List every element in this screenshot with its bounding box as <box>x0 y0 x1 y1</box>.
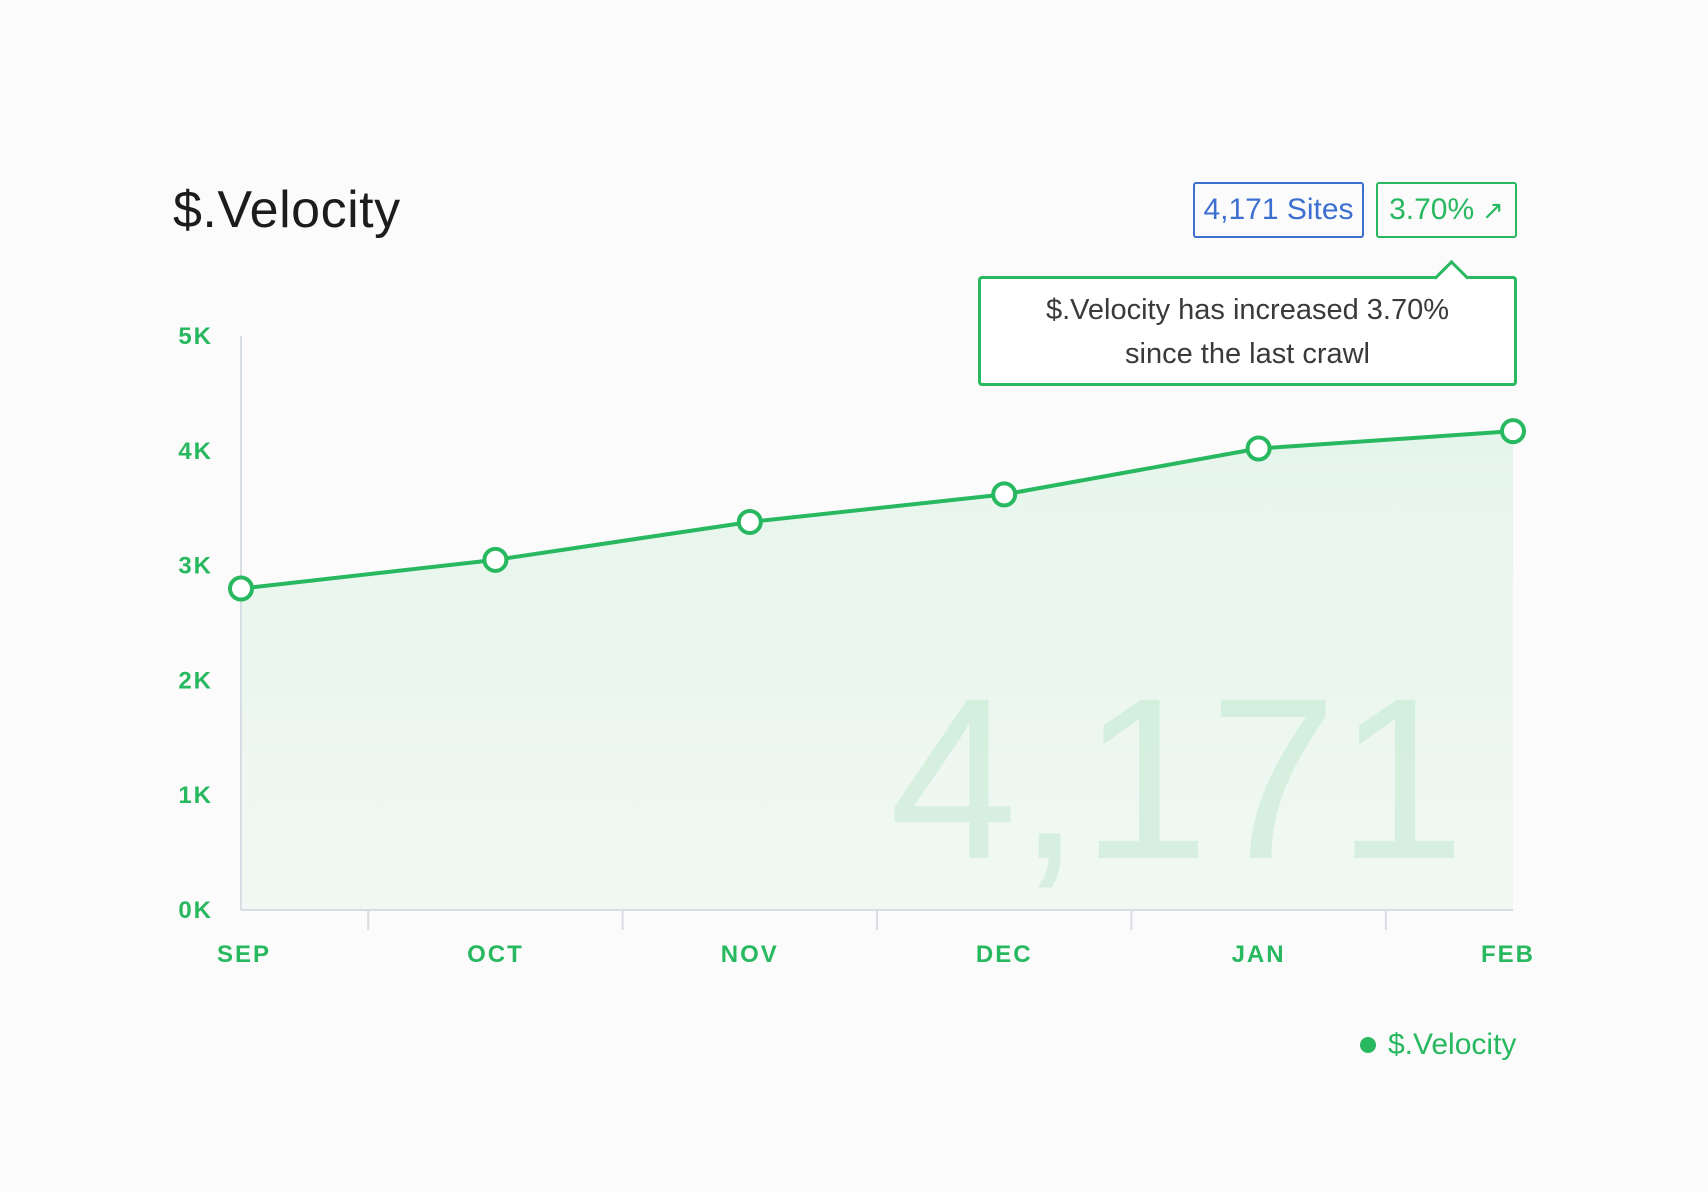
x-tick-label: OCT <box>467 941 524 968</box>
y-tick-label: 1K <box>178 782 213 809</box>
area-chart: 4,171 0K 1K 2K 3K 4K 5K SEP OCT NOV DEC JAN FEB <box>178 323 1535 968</box>
data-point[interactable] <box>736 508 763 535</box>
y-tick-label: 5K <box>178 323 213 350</box>
chart-legend: $.Velocity <box>1360 1028 1516 1062</box>
y-tick-label: 0K <box>178 897 213 924</box>
data-point[interactable] <box>482 546 509 573</box>
data-point[interactable] <box>228 575 254 602</box>
legend-label: $.Velocity <box>1388 1028 1517 1061</box>
x-tick-label: SEP <box>217 941 271 968</box>
y-tick-label: 3K <box>178 553 213 580</box>
x-tick-label: NOV <box>721 941 779 968</box>
watermark-value: 4,171 <box>889 650 1465 907</box>
y-tick-label: 4K <box>178 438 213 465</box>
data-point[interactable] <box>1245 435 1272 462</box>
data-point[interactable] <box>991 481 1018 508</box>
x-tick-label: DEC <box>976 941 1033 968</box>
y-tick-label: 2K <box>178 667 213 694</box>
data-point[interactable] <box>1500 418 1526 445</box>
x-tick-label: JAN <box>1232 941 1286 968</box>
x-tick-label: FEB <box>1481 941 1535 968</box>
legend-swatch <box>1360 1037 1376 1053</box>
